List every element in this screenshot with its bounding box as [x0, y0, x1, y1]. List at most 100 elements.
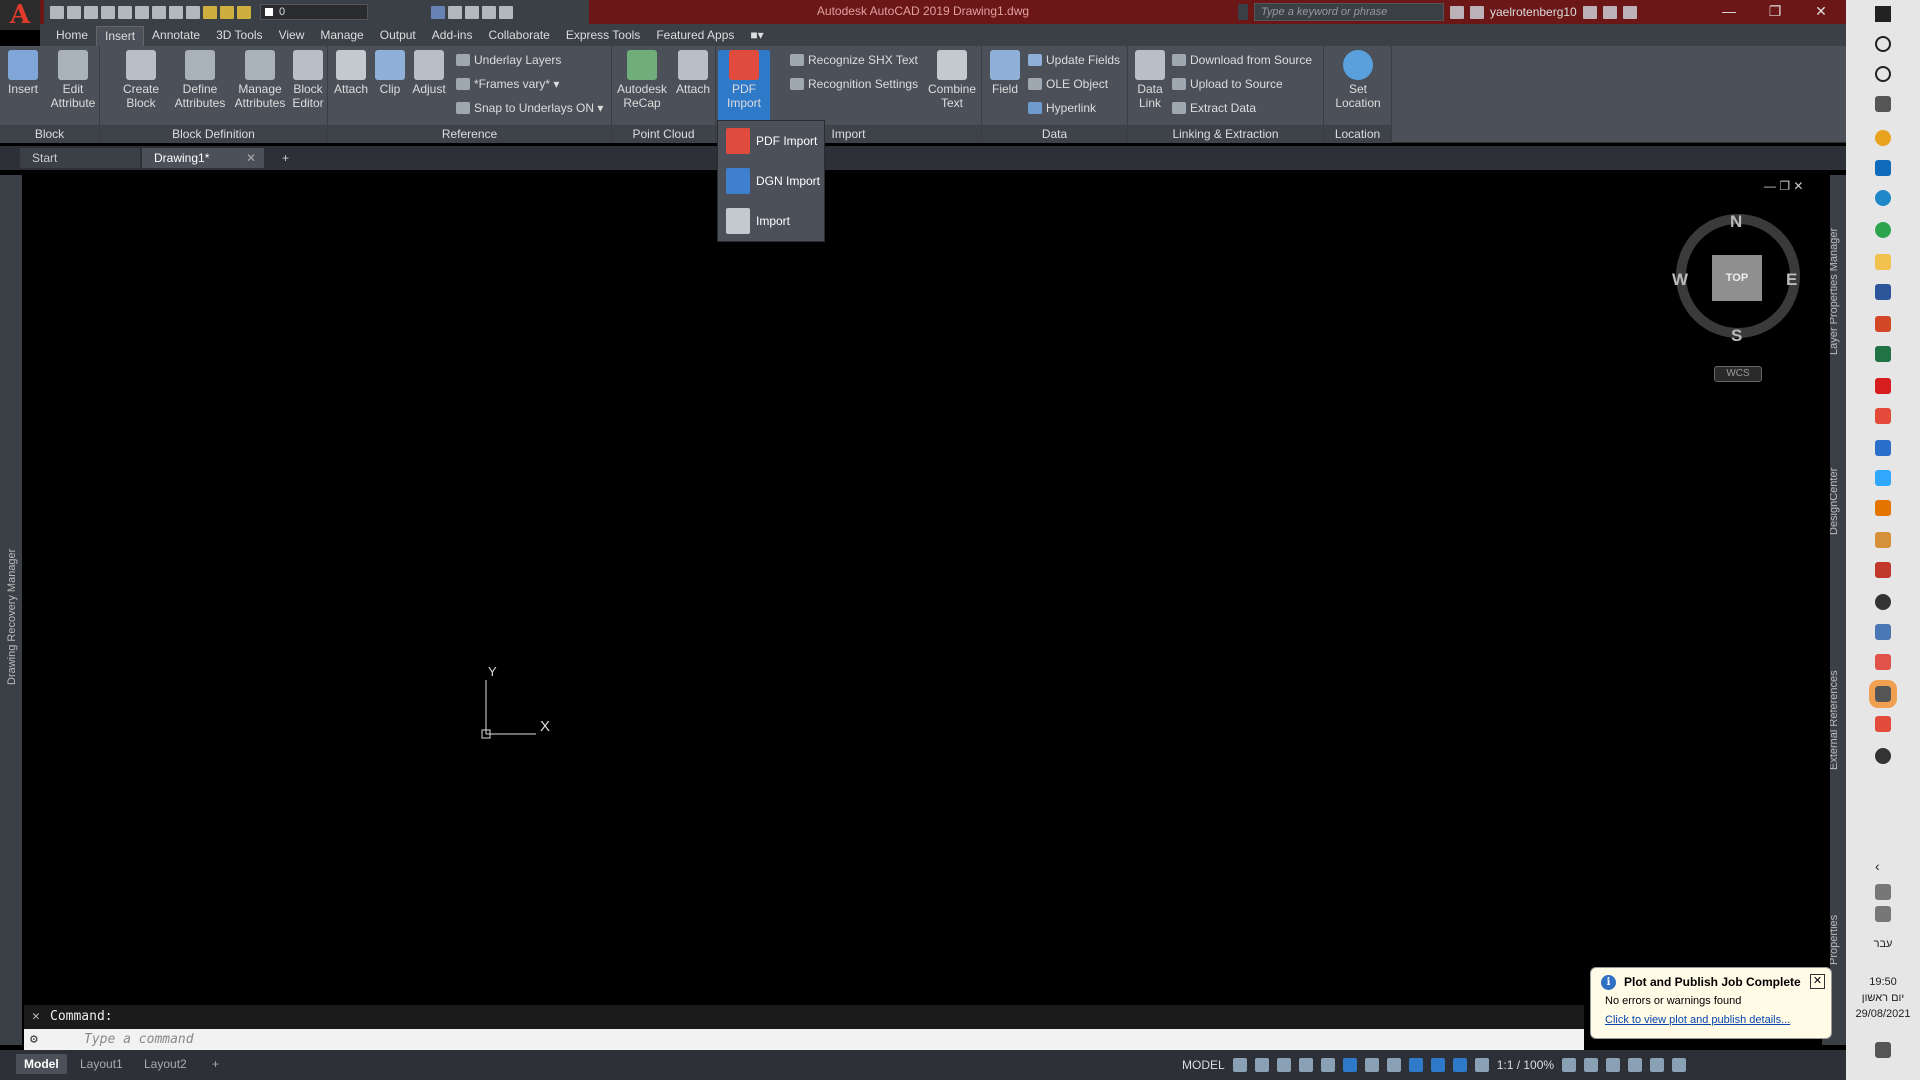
- tab-insert[interactable]: Insert: [96, 26, 145, 46]
- tab-layout2[interactable]: Layout2: [136, 1054, 195, 1074]
- close-button[interactable]: ✕: [1798, 0, 1844, 24]
- object-snap-tracking-icon[interactable]: [1342, 1058, 1357, 1072]
- cart-icon[interactable]: [1582, 5, 1597, 19]
- minimize-button[interactable]: —: [1706, 0, 1752, 24]
- clock-date[interactable]: 29/08/2021: [1846, 1008, 1920, 1020]
- extract-data-button[interactable]: Extract Data: [1170, 98, 1256, 118]
- drawing-canvas[interactable]: — ❐ ✕: [24, 175, 1830, 995]
- open-file-icon[interactable]: [67, 5, 81, 19]
- action-center-icon[interactable]: [1875, 1042, 1891, 1058]
- tab-collaborate[interactable]: Collaborate: [480, 26, 557, 46]
- new-tab-icon[interactable]: +: [276, 148, 300, 168]
- undo-icon[interactable]: [169, 5, 183, 19]
- field-button[interactable]: Field: [986, 50, 1024, 96]
- auto-scale-icon[interactable]: [1452, 1058, 1467, 1072]
- user-icon[interactable]: [1470, 5, 1484, 19]
- notification-details-link[interactable]: Click to view plot and publish details..…: [1605, 1014, 1790, 1026]
- search-icon[interactable]: [1875, 36, 1891, 52]
- ortho-icon[interactable]: [1276, 1058, 1291, 1072]
- powerpoint-icon[interactable]: [1875, 316, 1891, 332]
- frames-vary-dropdown[interactable]: *Frames vary* ▾: [454, 74, 559, 94]
- snap-mode-icon[interactable]: [1254, 1058, 1269, 1072]
- osnap-icon[interactable]: [1364, 1058, 1379, 1072]
- grid-icon[interactable]: [1232, 1058, 1247, 1072]
- tab-annotate[interactable]: Annotate: [144, 26, 208, 46]
- tab-add-ins[interactable]: Add-ins: [424, 26, 481, 46]
- import-menu-item[interactable]: Import: [718, 203, 824, 239]
- layer-dropdown[interactable]: 0: [260, 4, 368, 20]
- ribbon-options-icon[interactable]: ■▾: [742, 26, 771, 46]
- workspace-icon[interactable]: [431, 5, 445, 19]
- outlook-icon[interactable]: [1875, 160, 1891, 176]
- app-doc-icon[interactable]: [1875, 624, 1891, 640]
- customize-qat-icon[interactable]: [499, 5, 513, 19]
- define-attributes-button[interactable]: Define Attributes: [172, 50, 228, 110]
- lightbulb-icon[interactable]: [203, 5, 217, 19]
- sun-icon[interactable]: [220, 5, 234, 19]
- lineweight-icon[interactable]: [1386, 1058, 1401, 1072]
- insert-button[interactable]: Insert: [4, 50, 42, 96]
- notification-close-button[interactable]: ✕: [1810, 974, 1825, 989]
- a360-icon[interactable]: [1602, 5, 1617, 19]
- set-location-button[interactable]: Set Location: [1328, 50, 1388, 110]
- app-circle-icon[interactable]: [1875, 594, 1891, 610]
- plot-icon[interactable]: [152, 5, 166, 19]
- plot-publish-icon[interactable]: [1628, 1058, 1643, 1072]
- notification-bell-icon[interactable]: [1875, 906, 1891, 922]
- tab-drawing1[interactable]: Drawing1* ✕: [142, 148, 264, 168]
- adjust-button[interactable]: Adjust: [410, 50, 448, 96]
- clock-time[interactable]: 19:50: [1846, 976, 1920, 988]
- app-orange-icon[interactable]: [1875, 500, 1891, 516]
- word-icon[interactable]: [1875, 284, 1891, 300]
- layer-tools-icon[interactable]: [448, 5, 462, 19]
- annotation-scale-icon[interactable]: [1474, 1058, 1489, 1072]
- autocad-logo-icon[interactable]: A: [0, 0, 40, 30]
- windows-start-icon[interactable]: [1875, 6, 1891, 22]
- search-input[interactable]: Type a keyword or phrase: [1254, 3, 1444, 21]
- tab-view[interactable]: View: [271, 26, 313, 46]
- tab-featured-apps[interactable]: Featured Apps: [648, 26, 742, 46]
- tab-layout1[interactable]: Layout1: [72, 1054, 131, 1074]
- point-cloud-attach-button[interactable]: Attach: [674, 50, 712, 96]
- dgn-import-menu-item[interactable]: DGN Import: [718, 163, 824, 199]
- clip-button[interactable]: Clip: [374, 50, 406, 96]
- open-web-icon[interactable]: [118, 5, 132, 19]
- tab-start[interactable]: Start: [20, 148, 140, 168]
- autocad-taskbar-icon[interactable]: [1875, 378, 1891, 394]
- file-explorer-icon[interactable]: [1875, 254, 1891, 270]
- pdf-import-button[interactable]: PDF Import: [718, 50, 770, 124]
- close-tab-icon[interactable]: ✕: [246, 148, 256, 168]
- tab-express-tools[interactable]: Express Tools: [558, 26, 648, 46]
- line-icon[interactable]: [482, 5, 496, 19]
- compass-north[interactable]: N: [1730, 212, 1742, 232]
- combine-text-button[interactable]: Combine Text: [924, 50, 980, 110]
- snap-to-underlays-dropdown[interactable]: Snap to Underlays ON ▾: [454, 98, 603, 118]
- save-as-icon[interactable]: [101, 5, 115, 19]
- wrench-icon[interactable]: ⚙: [30, 1029, 38, 1051]
- save-icon[interactable]: [84, 5, 98, 19]
- update-fields-button[interactable]: Update Fields: [1026, 50, 1120, 70]
- compass-east[interactable]: E: [1786, 270, 1797, 290]
- app-tan-icon[interactable]: [1875, 532, 1891, 548]
- transparency-icon[interactable]: [1408, 1058, 1423, 1072]
- app-dark-red-icon[interactable]: [1875, 562, 1891, 578]
- data-link-button[interactable]: Data Link: [1132, 50, 1168, 110]
- annotation-monitor-icon[interactable]: [1584, 1058, 1599, 1072]
- annotation-scale-value[interactable]: 1:1 / 100%: [1497, 1058, 1554, 1072]
- acrobat-icon[interactable]: [1875, 716, 1891, 732]
- task-view-icon[interactable]: [1875, 96, 1891, 112]
- chrome-icon[interactable]: [1875, 130, 1891, 146]
- download-from-source-button[interactable]: Download from Source: [1170, 50, 1312, 70]
- rectangle-icon[interactable]: [465, 5, 479, 19]
- panel-title-reference[interactable]: Reference: [328, 125, 611, 143]
- user-name[interactable]: yaelrotenberg10: [1490, 5, 1577, 19]
- tab-output[interactable]: Output: [372, 26, 424, 46]
- workspace-gear-icon[interactable]: [1562, 1058, 1577, 1072]
- tab-model[interactable]: Model: [16, 1054, 67, 1074]
- annotation-visibility-icon[interactable]: [1430, 1058, 1445, 1072]
- customization-menu-icon[interactable]: [1672, 1058, 1687, 1072]
- model-space-button[interactable]: MODEL: [1182, 1058, 1225, 1072]
- isodraft-icon[interactable]: [1320, 1058, 1335, 1072]
- lock-icon[interactable]: [237, 5, 251, 19]
- block-editor-button[interactable]: Block Editor: [290, 50, 326, 110]
